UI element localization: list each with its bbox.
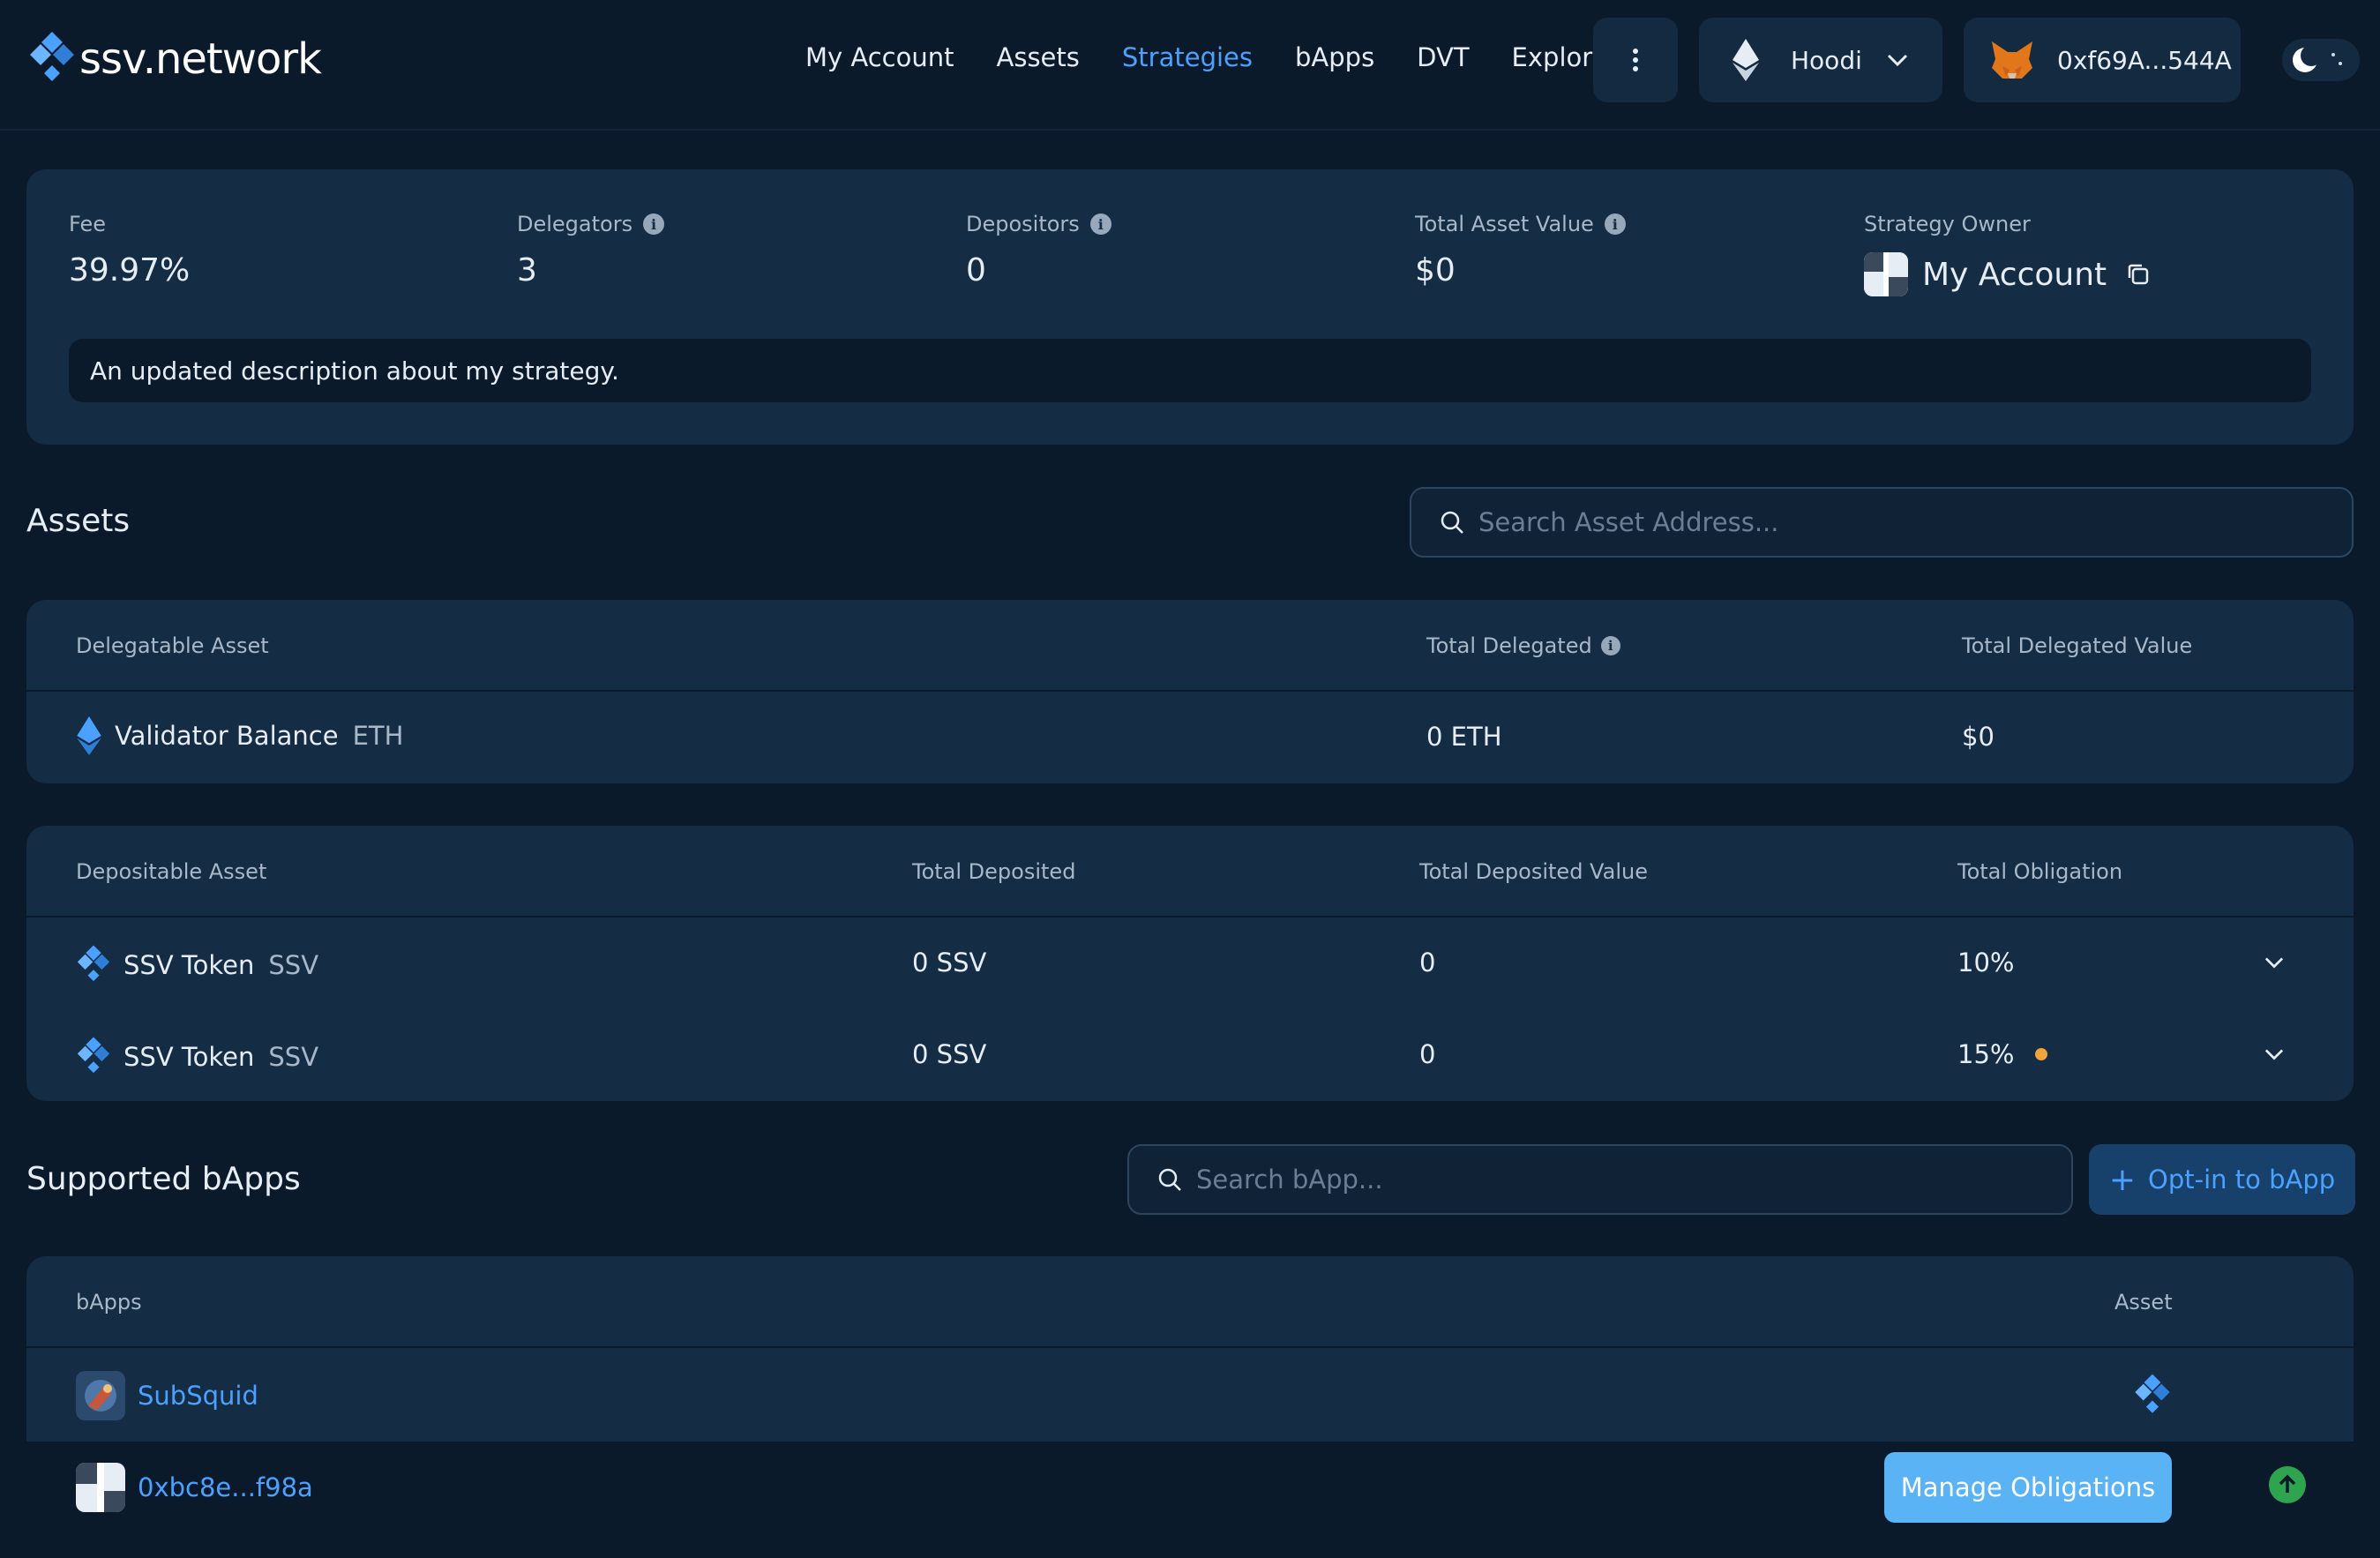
col-total-deposited: Total Deposited (912, 859, 1076, 884)
more-vertical-icon (1633, 45, 1638, 75)
total-delegated-value: $0 (1962, 722, 1995, 752)
fee-value: 39.97% (69, 252, 191, 288)
asset-search-placeholder: Search Asset Address... (1478, 507, 1779, 537)
asset-symbol: SSV (268, 950, 319, 980)
bapp-search-placeholder: Search bApp... (1196, 1165, 1383, 1195)
chevron-down-icon[interactable] (2264, 1048, 2284, 1060)
metamask-fox-icon (1992, 41, 2032, 79)
top-bar: ssv.network My Account Assets Strategies… (0, 0, 2380, 131)
total-obligation: 15% (1957, 1039, 2015, 1069)
col-depositable-asset: Depositable Asset (76, 859, 267, 884)
nav-assets[interactable]: Assets (997, 42, 1080, 72)
nav-my-account[interactable]: My Account (805, 42, 954, 72)
subsquid-icon (76, 1371, 125, 1420)
search-icon (1441, 511, 1463, 534)
fee-stat: Fee 39.97% (69, 212, 190, 288)
col-total-delegated: Total Delegated (1426, 633, 1592, 658)
supported-bapps-title: Supported bApps (26, 1161, 301, 1197)
network-selector[interactable]: Hoodi (1699, 18, 1942, 102)
depositors-stat: Depositors i 0 (966, 212, 1111, 288)
search-icon (1158, 1168, 1181, 1191)
plus-icon: + (2108, 1161, 2137, 1198)
assets-title: Assets (26, 503, 131, 539)
strategy-stats-card: Fee 39.97% Delegators i 3 Depositors i 0 T… (26, 169, 2354, 445)
asset-search-input[interactable]: Search Asset Address... (1410, 487, 2354, 558)
delegatable-assets-table: Delegatable Asset Total Delegated i Total… (26, 600, 2354, 783)
strategy-owner-label: Strategy Owner (1864, 212, 2031, 236)
nav-bapps[interactable]: bApps (1295, 42, 1374, 72)
copy-icon[interactable] (2126, 262, 2151, 287)
total-deposited: 0 SSV (912, 1039, 987, 1069)
asset-symbol: SSV (268, 1042, 319, 1072)
total-deposited-value: 0 (1419, 948, 1436, 977)
ethereum-icon (77, 716, 101, 755)
depositors-label: Depositors (966, 212, 1080, 236)
info-icon[interactable]: i (1089, 213, 1111, 235)
col-total-deposited-value: Total Deposited Value (1419, 859, 1648, 884)
bapp-name[interactable]: SubSquid (138, 1381, 258, 1411)
col-total-obligation: Total Obligation (1957, 859, 2123, 884)
ssv-icon (77, 945, 110, 982)
bapp-name[interactable]: 0xbc8e...f98a (138, 1472, 313, 1502)
ethereum-icon (1733, 39, 1759, 81)
nav-dvt[interactable]: DVT (1417, 42, 1469, 72)
info-icon[interactable]: i (643, 213, 665, 235)
bapp-search-input[interactable]: Search bApp... (1127, 1144, 2073, 1215)
pending-status-dot (2035, 1048, 2048, 1060)
asset-name: SSV Token (123, 950, 255, 980)
col-total-delegated-value: Total Delegated Value (1962, 633, 2193, 658)
strategy-owner-stat: Strategy Owner My Account (1864, 212, 2151, 296)
scroll-to-top-button[interactable] (2269, 1466, 2306, 1503)
total-delegated: 0 ETH (1426, 722, 1502, 752)
total-asset-value-label: Total Asset Value (1415, 212, 1594, 236)
table-header: bApps Asset (26, 1256, 2354, 1348)
network-label: Hoodi (1791, 45, 1862, 75)
bapp-avatar (76, 1463, 125, 1512)
moon-icon (2293, 45, 2342, 72)
ssv-logo-icon (30, 32, 74, 81)
opt-in-bapp-button[interactable]: + Opt-in to bApp (2089, 1144, 2355, 1215)
more-menu-button[interactable] (1593, 18, 1678, 102)
col-asset: Asset (2114, 1290, 2173, 1315)
total-asset-value: $0 (1415, 252, 1456, 288)
asset-name: Validator Balance (115, 721, 339, 751)
wallet-address: 0xf69A...544A (2057, 45, 2232, 75)
col-bapps: bApps (76, 1290, 142, 1315)
theme-toggle[interactable] (2282, 39, 2360, 81)
delegators-label: Delegators (517, 212, 633, 236)
total-asset-value-stat: Total Asset Value i $0 (1415, 212, 1626, 288)
nav-strategies[interactable]: Strategies (1122, 42, 1253, 72)
table-header: Depositable Asset Total Deposited Total … (26, 826, 2354, 918)
chevron-down-icon[interactable] (2264, 956, 2284, 969)
total-obligation: 10% (1957, 948, 2015, 977)
strategy-owner-value[interactable]: My Account (1922, 257, 2107, 293)
depositable-assets-table: Depositable Asset Total Deposited Total … (26, 826, 2354, 1101)
asset-name: SSV Token (123, 1042, 255, 1072)
info-icon[interactable]: i (1604, 213, 1626, 235)
info-icon[interactable]: i (1600, 636, 1620, 655)
arrow-up-icon (2279, 1474, 2296, 1493)
table-header: Delegatable Asset Total Delegated i Total… (26, 600, 2354, 692)
depositors-value: 0 (966, 252, 986, 288)
logo[interactable]: ssv.network (30, 30, 322, 88)
brand-name: ssv.network (79, 34, 322, 84)
wallet-button[interactable]: 0xf69A...544A (1964, 18, 2241, 102)
ssv-icon (2135, 1374, 2170, 1413)
delegators-stat: Delegators i 3 (517, 212, 665, 288)
total-deposited: 0 SSV (912, 948, 987, 977)
chevron-down-icon (1887, 54, 1907, 66)
delegators-value: 3 (517, 252, 537, 288)
manage-obligations-button[interactable]: Manage Obligations (1884, 1452, 2172, 1523)
asset-symbol: ETH (352, 721, 404, 751)
strategy-description: An updated description about my strategy… (69, 339, 2311, 402)
opt-in-label: Opt-in to bApp (2148, 1165, 2336, 1195)
owner-avatar (1864, 252, 1908, 296)
ssv-icon (77, 1037, 110, 1074)
total-deposited-value: 0 (1419, 1039, 1436, 1069)
col-delegatable-asset: Delegatable Asset (76, 633, 269, 658)
fee-label: Fee (69, 212, 107, 236)
main-nav: My Account Assets Strategies bApps DVT E… (805, 42, 1618, 72)
